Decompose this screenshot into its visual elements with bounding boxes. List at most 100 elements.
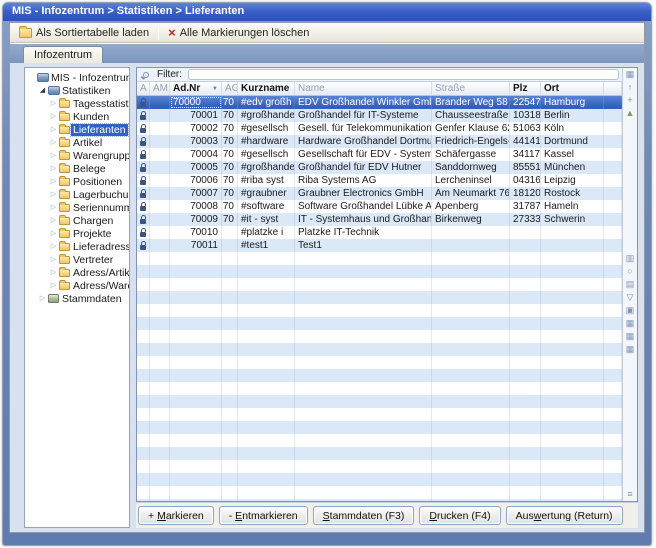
tree-item-lieferadressen[interactable]: ▷Lieferadressen	[27, 240, 129, 253]
tree-expander-icon[interactable]: ▷	[49, 99, 58, 108]
table-row[interactable]: 7000270#gesellschGesell. für Telekommuni…	[137, 122, 622, 135]
tree-expander-icon[interactable]: ▷	[49, 203, 58, 212]
column-chooser-icon[interactable]: ▦	[626, 68, 635, 81]
table-row[interactable]: 7000370#hardwareHardware Großhandel Dort…	[137, 135, 622, 148]
tab-infozentrum[interactable]: Infozentrum	[23, 46, 103, 63]
tree-item-seriennummern[interactable]: ▷Seriennummern	[27, 201, 129, 214]
auswertung-button[interactable]: Auswertung (Return)	[506, 506, 623, 525]
cell-extra	[604, 499, 622, 501]
table-row[interactable]: 7000170#großhandeGroßhandel für IT-Syste…	[137, 109, 622, 122]
table-row[interactable]: 7000070#edv großhEDV Großhandel Winkler …	[137, 96, 622, 109]
search-icon[interactable]: ○	[627, 265, 632, 278]
grid-view-2-icon[interactable]: ▦	[626, 330, 635, 343]
column-header-ort[interactable]: Ort	[541, 82, 604, 95]
empty-table-row	[137, 278, 622, 291]
grid-view-3-icon[interactable]: ▦	[626, 343, 635, 356]
tree-item-kunden[interactable]: ▷Kunden	[27, 110, 129, 123]
tree-expander-icon[interactable]: ▷	[49, 138, 58, 147]
tree-expander-icon[interactable]: ▷	[49, 255, 58, 264]
save-icon[interactable]: ▤	[626, 278, 635, 291]
tree-item-projekte[interactable]: ▷Projekte	[27, 227, 129, 240]
tree-expander-icon[interactable]: ▷	[49, 164, 58, 173]
column-header-a[interactable]: A	[137, 82, 150, 95]
filter-row: Filter:	[137, 68, 622, 82]
markieren-button[interactable]: + Markieren	[138, 506, 214, 525]
table-row[interactable]: 7000570#großhandeGroßhandel für EDV Hutn…	[137, 161, 622, 174]
column-header-strasse[interactable]: Straße	[432, 82, 510, 95]
table-row[interactable]: 7000870#softwareSoftware Großhandel Lübk…	[137, 200, 622, 213]
tree-expander-icon[interactable]: ▷	[49, 229, 58, 238]
cell-am	[150, 369, 170, 382]
tree-item-label: Tagesstatistik	[71, 98, 130, 110]
tree-expander-icon[interactable]: ▷	[49, 151, 58, 160]
tree-expander-icon[interactable]: ▷	[49, 190, 58, 199]
column-header-extra[interactable]	[604, 82, 622, 95]
cell-strasse	[432, 252, 510, 265]
cell-kurzname: #graubner	[238, 187, 295, 200]
cell-am	[150, 395, 170, 408]
tree-item-stammdaten[interactable]: ▷Stammdaten	[27, 292, 129, 305]
column-header-name[interactable]: Name	[295, 82, 432, 95]
column-header-adnr[interactable]: Ad.Nr▼	[170, 82, 222, 95]
scroll-first-icon[interactable]: ↑	[628, 81, 633, 94]
insert-row-icon[interactable]: +	[627, 94, 632, 107]
tree-item-artikel[interactable]: ▷Artikel	[27, 136, 129, 149]
tree-item-chargen[interactable]: ▷Chargen	[27, 214, 129, 227]
table-row[interactable]: 7000770#graubnerGraubner Electronics Gmb…	[137, 187, 622, 200]
cell-am	[150, 421, 170, 434]
table-row[interactable]: 7000970#it - systIT - Systemhaus und Gro…	[137, 213, 622, 226]
cell-ag	[222, 447, 238, 460]
tree-expander-icon[interactable]: ▷	[49, 268, 58, 277]
tree-expander-icon[interactable]: ▷	[49, 112, 58, 121]
tree-expander-icon[interactable]: ▷	[49, 281, 58, 290]
cell-am	[150, 330, 170, 343]
tree-item-tagesstatistik[interactable]: ▷ Tagesstatistik	[27, 97, 129, 110]
cell-ag: 70	[222, 200, 238, 213]
tree-expander-icon[interactable]: ▷	[49, 177, 58, 186]
stammdaten-button[interactable]: Stammdaten (F3)	[313, 506, 415, 525]
table-row[interactable]: 7000470#gesellschGesellschaft für EDV - …	[137, 148, 622, 161]
tree-item-positionen[interactable]: ▷Positionen	[27, 175, 129, 188]
tree-item-lieferanten[interactable]: ▷Lieferanten	[27, 123, 129, 136]
drucken-button[interactable]: Drucken (F4)	[419, 506, 500, 525]
cell-plz	[510, 486, 541, 499]
window-icon[interactable]: ▣	[626, 304, 635, 317]
column-header-am[interactable]: AM	[150, 82, 170, 95]
tree-expander-icon[interactable]: ▷	[38, 294, 47, 303]
scroll-up-icon[interactable]: ▲	[626, 107, 635, 120]
tree-item-mis-infozentrum[interactable]: MIS - Infozentrum	[27, 71, 129, 84]
table-row[interactable]: 7000670#riba systRiba Systems AGLercheni…	[137, 174, 622, 187]
cell-ag: 70	[222, 213, 238, 226]
tree-item-lagerbuchungen[interactable]: ▷Lagerbuchungen	[27, 188, 129, 201]
tree-item-warengruppen[interactable]: ▷Warengruppen	[27, 149, 129, 162]
folder-icon	[58, 217, 71, 225]
tree-item-vertreter[interactable]: ▷Vertreter	[27, 253, 129, 266]
empty-table-row	[137, 265, 622, 278]
cell-strasse	[432, 499, 510, 501]
cell-am	[150, 174, 170, 187]
tree-item-adress-artikel[interactable]: ▷Adress/Artikel	[27, 266, 129, 279]
tree-item-statistiken[interactable]: ◢Statistiken	[27, 84, 129, 97]
load-sort-table-button[interactable]: Als Sortiertabelle laden	[13, 26, 155, 40]
table-row[interactable]: 70011#test1Test1	[137, 239, 622, 252]
tree-expander-icon[interactable]: ◢	[38, 86, 47, 95]
column-header-ag[interactable]: AG	[222, 82, 238, 95]
lock-icon	[137, 226, 150, 239]
tree-expander-icon[interactable]: ▷	[49, 216, 58, 225]
filter-input[interactable]	[188, 69, 619, 80]
clear-all-marks-button[interactable]: × Alle Markierungen löschen	[162, 26, 315, 40]
tree-item-belege[interactable]: ▷Belege	[27, 162, 129, 175]
columns-icon[interactable]: ▥	[626, 252, 635, 265]
filter-icon[interactable]: ▽	[627, 291, 634, 304]
cell-plz	[510, 473, 541, 486]
table-row[interactable]: 70010#platzke iPlatzke IT-Technik	[137, 226, 622, 239]
scrollbar-bottom-icon[interactable]: ≡	[627, 488, 632, 501]
tree-expander-icon[interactable]: ▷	[49, 125, 58, 134]
cell-a	[137, 447, 150, 460]
tree-item-adress-warengruppen[interactable]: ▷Adress/Warengruppen	[27, 279, 129, 292]
grid-view-1-icon[interactable]: ▦	[626, 317, 635, 330]
column-header-kurzname[interactable]: Kurzname	[238, 82, 295, 95]
entmarkieren-button[interactable]: - Entmarkieren	[219, 506, 308, 525]
column-header-plz[interactable]: Plz	[510, 82, 541, 95]
tree-expander-icon[interactable]: ▷	[49, 242, 58, 251]
